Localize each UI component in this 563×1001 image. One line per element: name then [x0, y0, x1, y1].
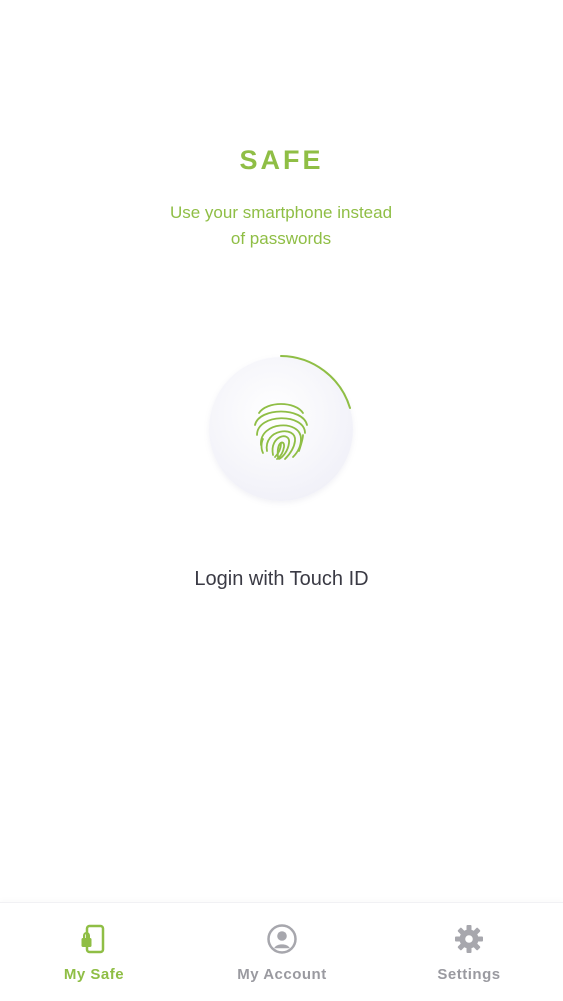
touch-id-button[interactable]: [204, 352, 358, 506]
app-subtitle: Use your smartphone instead of passwords: [131, 200, 431, 252]
touch-id-login-label[interactable]: Login with Touch ID: [0, 568, 563, 591]
bottom-tab-bar: My Safe My Account Settings: [0, 902, 563, 1001]
fingerprint-icon: [254, 403, 308, 460]
tab-my-account[interactable]: My Account: [188, 903, 376, 1001]
phone-lock-icon: [81, 924, 105, 954]
gear-icon: [455, 925, 483, 953]
tab-my-account-label: My Account: [237, 966, 327, 983]
tab-my-safe[interactable]: My Safe: [0, 903, 188, 1001]
tab-settings[interactable]: Settings: [375, 903, 563, 1001]
subtitle-line-2: of passwords: [230, 229, 332, 248]
subtitle-line-1: Use your smartphone instead: [169, 203, 393, 222]
tab-my-safe-label: My Safe: [63, 966, 125, 983]
tab-settings-label: Settings: [437, 966, 501, 983]
user-circle-icon: [267, 924, 297, 954]
login-screen: SAFE Use your smartphone instead of pass…: [0, 0, 563, 1001]
app-title: SAFE: [239, 145, 324, 175]
